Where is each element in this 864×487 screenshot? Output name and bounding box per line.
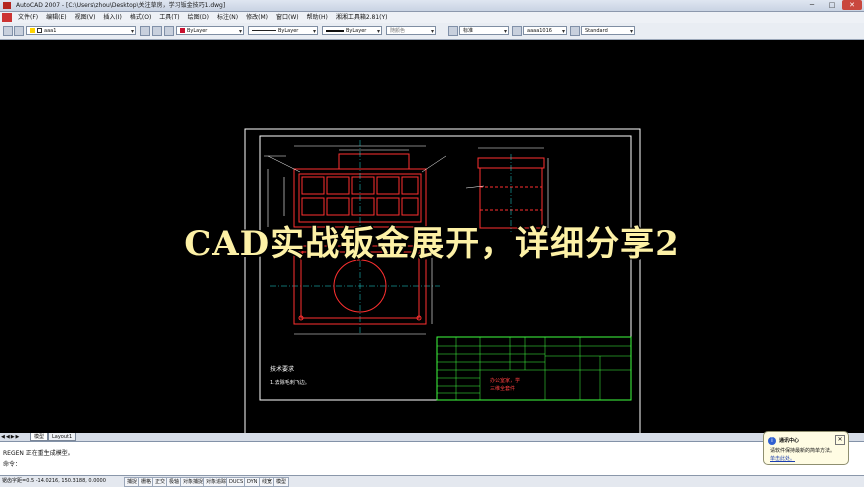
menu-insert[interactable]: 插入(I)	[99, 12, 125, 23]
red-note-2: 三维全套件	[490, 385, 515, 392]
layer-on-icon	[30, 28, 35, 33]
layer-manager-icon[interactable]	[3, 26, 13, 36]
make-current-layer-icon[interactable]	[140, 26, 150, 36]
tab-model[interactable]: 模型	[30, 433, 49, 441]
maximize-button[interactable]: □	[822, 0, 842, 10]
balloon-close-button[interactable]: ✕	[835, 435, 845, 445]
plotstyle-dropdown[interactable]: 随颜色	[386, 26, 436, 35]
command-line[interactable]: REGEN 正在重生成模型。 命令：	[0, 441, 864, 476]
layer-dropdown[interactable]: aaa1	[26, 26, 136, 35]
menu-window[interactable]: 窗口(W)	[272, 12, 303, 23]
notes-item: 1.去除毛刺飞边。	[270, 379, 310, 386]
close-button[interactable]: ✕	[842, 0, 862, 10]
communication-center-balloon[interactable]: i 通讯中心 ✕ 请软件保持最新的简单方法。 单击此处。	[763, 431, 849, 465]
window-controls: ─ □ ✕	[802, 0, 862, 11]
notes-title: 技术要求	[270, 365, 294, 373]
linetype-preview-icon	[252, 30, 276, 31]
info-icon: i	[768, 437, 776, 445]
layer-value: aaa1	[44, 28, 57, 34]
menu-draw[interactable]: 绘图(D)	[184, 12, 213, 23]
linetype-dropdown[interactable]: ByLayer	[248, 26, 318, 35]
menu-help[interactable]: 帮助(H)	[303, 12, 332, 23]
title-block: 办公室家，学 三维全套件	[436, 336, 632, 401]
balloon-link[interactable]: 单击此处。	[770, 455, 795, 462]
text-style-icon[interactable]	[448, 26, 458, 36]
menu-modify[interactable]: 修改(M)	[242, 12, 272, 23]
layout-tabs-bar: ◀◀▶▶ 模型 Layout1	[0, 433, 864, 441]
autocad-app-icon[interactable]	[3, 2, 11, 9]
menu-file[interactable]: 文件(F)	[14, 12, 42, 23]
video-overlay-title: CAD实战钣金展开，详细分享2	[184, 224, 680, 264]
dimstyle-value: aaaa1016	[527, 28, 552, 34]
linetype-value: ByLayer	[278, 28, 299, 34]
properties-toolbar: aaa1 ByLayer ByLayer ByLayer 随颜色 标准 aaaa…	[0, 23, 864, 40]
menu-format[interactable]: 格式(O)	[126, 12, 155, 23]
command-prompt[interactable]: 命令：	[3, 459, 21, 468]
window-title: AutoCAD 2007 - [C:\Users\zhou\Desktop\关注…	[16, 2, 226, 9]
menu-edit[interactable]: 编辑(E)	[42, 12, 70, 23]
menu-tools[interactable]: 工具(T)	[155, 12, 183, 23]
document-icon[interactable]	[2, 13, 12, 22]
color-value: ByLayer	[187, 28, 208, 34]
menu-bar: 文件(F) 编辑(E) 视图(V) 插入(I) 格式(O) 工具(T) 绘图(D…	[0, 12, 864, 23]
coordinate-readout: 锯齿字距=0.5 -14.0216, 150.3188, 0.0000	[2, 478, 106, 484]
textstyle-dropdown[interactable]: 标准	[459, 26, 509, 35]
lineweight-dropdown[interactable]: ByLayer	[322, 26, 382, 35]
table-style-icon[interactable]	[570, 26, 580, 36]
balloon-body: 请软件保持最新的简单方法。	[770, 448, 836, 454]
red-note-1: 办公室家，学	[490, 377, 520, 384]
status-bar: 锯齿字距=0.5 -14.0216, 150.3188, 0.0000 捕捉 栅…	[0, 475, 864, 487]
lightbulb-icon[interactable]	[14, 26, 24, 36]
lineweight-preview-icon	[326, 29, 344, 32]
tab-scroll-arrows[interactable]: ◀◀▶▶	[1, 433, 20, 441]
textstyle-value: 标准	[463, 28, 474, 34]
menu-view[interactable]: 视图(V)	[71, 12, 100, 23]
menu-dimension[interactable]: 标注(N)	[213, 12, 242, 23]
menu-toolbox[interactable]: 湘湘工具箱2.81(Y)	[332, 12, 392, 23]
layer-color-icon	[37, 28, 42, 33]
command-history-line: REGEN 正在重生成模型。	[3, 450, 74, 457]
title-bar: AutoCAD 2007 - [C:\Users\zhou\Desktop\关注…	[0, 0, 864, 12]
color-dropdown[interactable]: ByLayer	[176, 26, 244, 35]
plotstyle-value: 随颜色	[390, 28, 406, 34]
dim-style-icon[interactable]	[512, 26, 522, 36]
tab-layout1[interactable]: Layout1	[48, 433, 77, 441]
minimize-button[interactable]: ─	[802, 0, 822, 10]
balloon-title: 通讯中心	[779, 438, 800, 444]
tablestyle-value: Standard	[585, 28, 608, 34]
layer-previous-icon[interactable]	[152, 26, 162, 36]
sheet-inner-frame	[259, 135, 632, 401]
lineweight-value: ByLayer	[346, 28, 367, 34]
tablestyle-dropdown[interactable]: Standard	[581, 26, 635, 35]
sheet-outer-frame	[244, 128, 641, 434]
color-swatch-icon	[180, 28, 185, 33]
layer-states-icon[interactable]	[164, 26, 174, 36]
dimstyle-dropdown[interactable]: aaaa1016	[523, 26, 567, 35]
